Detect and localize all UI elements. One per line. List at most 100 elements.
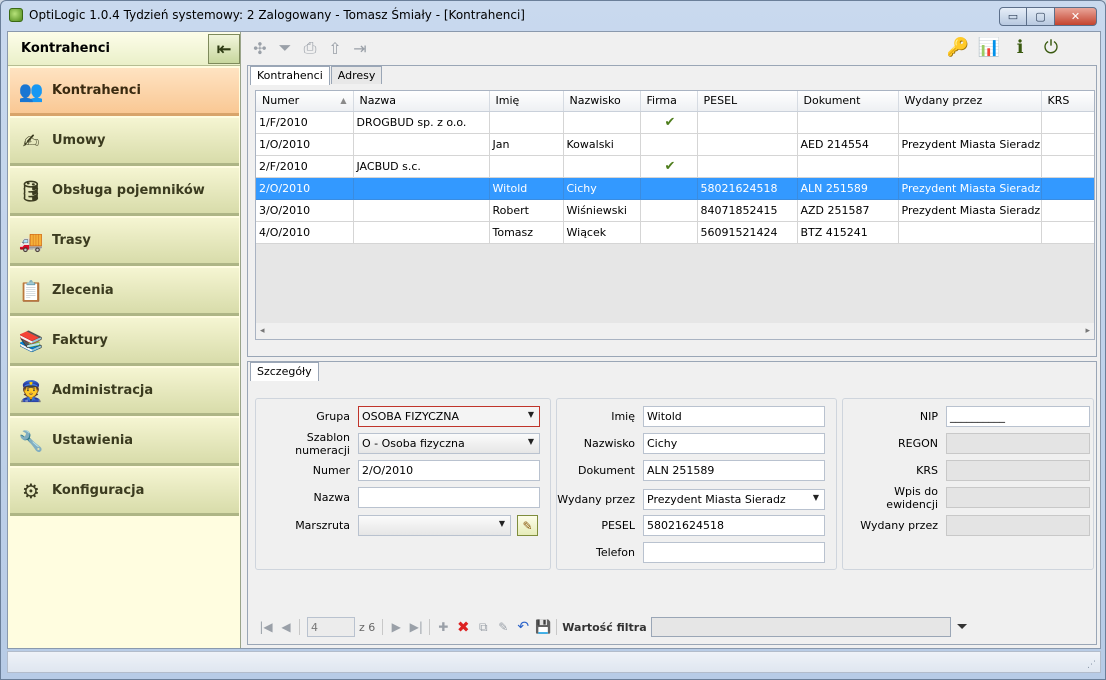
dokument-input[interactable]: ALN 251589 <box>643 460 825 481</box>
scroll-left-icon[interactable]: ◂ <box>260 326 265 336</box>
user-key-icon[interactable]: 🔑 <box>946 35 970 59</box>
table-cell[interactable]: ALN 251589 <box>797 177 899 200</box>
table-cell[interactable] <box>353 177 490 200</box>
column-header[interactable]: Dokument <box>797 91 899 112</box>
table-cell[interactable]: 2/F/2010 <box>256 155 354 178</box>
tab-szczegoly[interactable]: Szczegóły <box>250 362 319 381</box>
column-header[interactable]: Wydany przez <box>898 91 1042 112</box>
table-cell[interactable] <box>640 177 698 200</box>
table-cell[interactable] <box>563 111 641 134</box>
column-header[interactable]: PESEL <box>697 91 798 112</box>
table-cell[interactable] <box>353 221 490 244</box>
table-cell[interactable] <box>1041 111 1094 134</box>
table-cell[interactable] <box>563 155 641 178</box>
table-cell[interactable] <box>353 133 490 156</box>
tab-adresy[interactable]: Adresy <box>330 66 383 84</box>
grupa-select[interactable]: OSOBA FIZYCZNA ▼ <box>358 406 540 427</box>
scroll-right-icon[interactable]: ▸ <box>1085 326 1090 336</box>
table-cell[interactable]: Jan <box>489 133 564 156</box>
table-cell[interactable]: Cichy <box>563 177 641 200</box>
table-cell[interactable]: JACBUD s.c. <box>353 155 490 178</box>
table-cell[interactable]: 4/O/2010 <box>256 221 354 244</box>
table-cell[interactable]: 1/F/2010 <box>256 111 354 134</box>
filter-icon[interactable]: ⏷ <box>273 36 297 60</box>
table-cell[interactable]: AED 214554 <box>797 133 899 156</box>
table-cell[interactable] <box>489 111 564 134</box>
refresh-icon[interactable]: ✣ <box>248 36 272 60</box>
szablon-select[interactable]: O - Osoba fizyczna ▼ <box>358 433 540 454</box>
sidebar-item-ustawienia[interactable]: 🔧 Ustawienia <box>10 418 239 466</box>
sidebar-item-konfiguracja[interactable]: ⚙ Konfiguracja <box>10 468 239 516</box>
table-cell[interactable] <box>1041 199 1094 222</box>
delete-record-button[interactable]: ✖ <box>453 617 473 637</box>
table-cell[interactable]: Tomasz <box>489 221 564 244</box>
numer-input[interactable]: 2/O/2010 <box>358 460 540 481</box>
table-cell[interactable] <box>640 199 698 222</box>
marszruta-select[interactable]: ▼ <box>358 515 511 536</box>
edit-record-button[interactable]: ✎ <box>493 617 513 637</box>
add-record-button[interactable]: ✚ <box>433 617 453 637</box>
user-info-icon[interactable]: ℹ <box>1008 35 1032 59</box>
table-cell[interactable] <box>1041 133 1094 156</box>
sidebar-item-kontrahenci[interactable]: 👥 Kontrahenci <box>10 68 239 116</box>
apply-filter-icon[interactable]: ⏷ <box>957 619 968 635</box>
copy-record-button[interactable]: ⧉ <box>473 617 493 637</box>
column-header[interactable]: KRS <box>1041 91 1094 112</box>
pesel-input[interactable]: 58021624518 <box>643 515 825 536</box>
table-cell[interactable] <box>898 111 1042 134</box>
table-cell[interactable] <box>898 155 1042 178</box>
wydany-select[interactable]: Prezydent Miasta Sieradz ▼ <box>643 489 825 510</box>
table-cell[interactable] <box>640 221 698 244</box>
table-cell[interactable] <box>797 111 899 134</box>
minimize-button[interactable]: ▭ <box>999 7 1027 26</box>
column-header[interactable]: Nazwisko <box>563 91 641 112</box>
table-cell[interactable]: Prezydent Miasta Sieradz <box>898 177 1042 200</box>
save-button[interactable]: 💾 <box>533 617 553 637</box>
column-header[interactable]: Imię <box>489 91 564 112</box>
table-cell[interactable]: 56091521424 <box>697 221 798 244</box>
table-cell[interactable]: 84071852415 <box>697 199 798 222</box>
table-cell[interactable]: Kowalski <box>563 133 641 156</box>
nazwa-input[interactable] <box>358 487 540 508</box>
column-header[interactable]: Firma <box>640 91 698 112</box>
table-row[interactable]: 3/O/2010 Robert Wiśniewski 84071852415 AZD 2… <box>256 199 1094 222</box>
table-row[interactable]: 1/O/2010 Jan Kowalski AED 214554 Prezydent M… <box>256 133 1094 156</box>
table-cell[interactable]: Witold <box>489 177 564 200</box>
close-button[interactable]: ✕ <box>1055 7 1097 26</box>
table-row[interactable]: 2/F/2010 JACBUD s.c. ✔ <box>256 155 1094 178</box>
table-cell[interactable] <box>640 133 698 156</box>
stats-icon[interactable]: 📊 <box>977 35 1001 59</box>
sidebar-item-umowy[interactable]: ✍ Umowy <box>10 118 239 166</box>
export-icon[interactable]: ⇧ <box>323 36 347 60</box>
table-cell[interactable] <box>489 155 564 178</box>
column-header[interactable]: Nazwa <box>353 91 490 112</box>
table-cell[interactable]: Prezydent Miasta Sieradz <box>898 133 1042 156</box>
telefon-input[interactable] <box>643 542 825 563</box>
sidebar-item-obsługa-pojemników[interactable]: 🛢 Obsługa pojemników <box>10 168 239 216</box>
nip-input[interactable]: __________ <box>946 406 1090 427</box>
sidebar-item-faktury[interactable]: 📚 Faktury <box>10 318 239 366</box>
collapse-sidebar-button[interactable]: ⇤ <box>208 34 240 64</box>
table-cell[interactable]: 58021624518 <box>697 177 798 200</box>
table-cell[interactable]: 1/O/2010 <box>256 133 354 156</box>
import-icon[interactable]: ⇥ <box>348 36 372 60</box>
table-row[interactable]: 4/O/2010 Tomasz Wiącek 56091521424 BTZ 41524… <box>256 221 1094 244</box>
tab-kontrahenci[interactable]: Kontrahenci <box>250 66 330 85</box>
table-cell[interactable]: ✔ <box>640 111 698 134</box>
table-cell[interactable] <box>697 155 798 178</box>
table-cell[interactable] <box>353 199 490 222</box>
power-icon[interactable]: ⏻ <box>1039 35 1063 59</box>
table-row[interactable]: 2/O/2010 Witold Cichy 58021624518 ALN 251589… <box>256 177 1094 200</box>
next-record-button[interactable]: ▶ <box>386 617 406 637</box>
table-cell[interactable]: Robert <box>489 199 564 222</box>
table-cell[interactable] <box>1041 155 1094 178</box>
table-cell[interactable]: DROGBUD sp. z o.o. <box>353 111 490 134</box>
table-cell[interactable] <box>797 155 899 178</box>
first-record-button[interactable]: |◀ <box>256 617 276 637</box>
table-cell[interactable]: BTZ 415241 <box>797 221 899 244</box>
resize-grip-icon[interactable]: ⋰ <box>1087 660 1096 670</box>
prev-record-button[interactable]: ◀ <box>276 617 296 637</box>
table-cell[interactable] <box>898 221 1042 244</box>
table-cell[interactable]: Wiącek <box>563 221 641 244</box>
table-cell[interactable] <box>1041 221 1094 244</box>
